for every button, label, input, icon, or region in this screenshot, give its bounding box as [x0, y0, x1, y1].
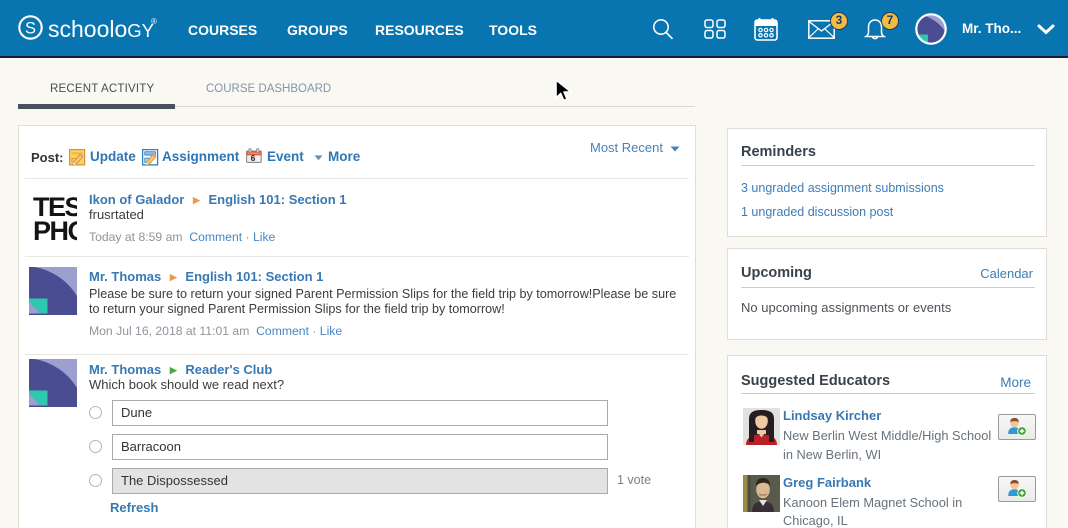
svg-text:6: 6	[251, 154, 256, 163]
svg-text:S: S	[25, 19, 36, 37]
